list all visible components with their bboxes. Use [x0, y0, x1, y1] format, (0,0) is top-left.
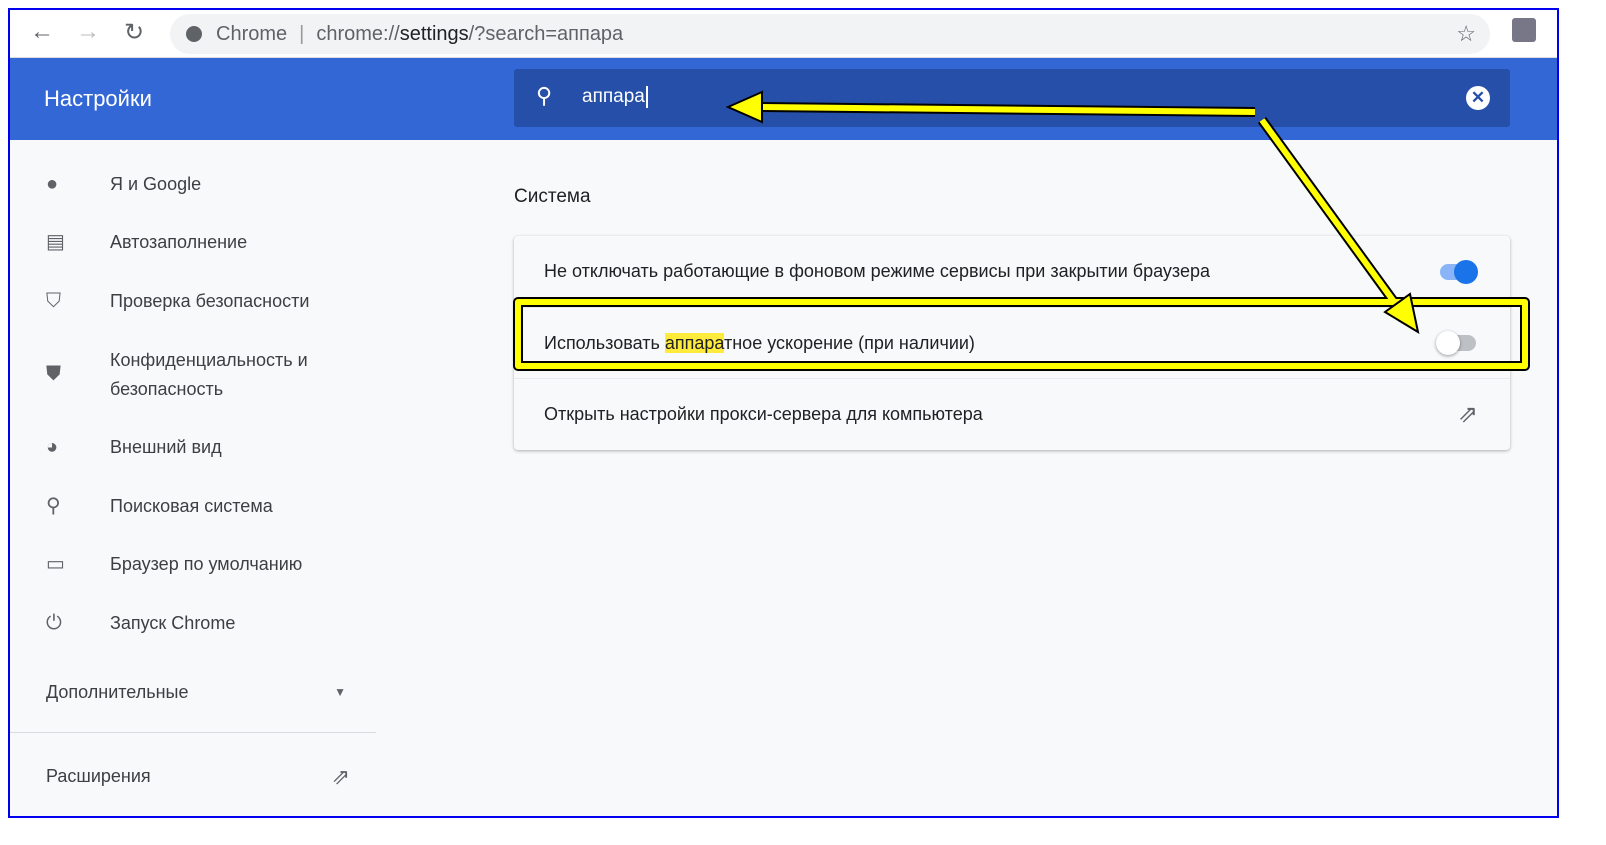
sidebar-item-label: Автозаполнение — [110, 232, 248, 252]
advanced-toggle[interactable]: Дополнительные ▼ — [46, 678, 346, 707]
page-title: Настройки — [44, 86, 152, 111]
browser-toolbar: ← → ↻ Chrome | chrome://settings/?search… — [10, 10, 1557, 58]
url-prefix: chrome:// — [316, 22, 400, 45]
forward-icon[interactable]: → — [76, 18, 100, 46]
shield-icon: ⛊ — [46, 363, 61, 385]
row-label: Открыть настройки прокси-сервера для ком… — [544, 403, 983, 424]
background-apps-toggle[interactable] — [1440, 259, 1478, 284]
sidebar: ● Я и Google ▤ Автозаполнение ⛉ Проверка бе… — [10, 140, 376, 816]
sidebar-item-on-startup[interactable]: ⏻ Запуск Chrome — [46, 609, 235, 638]
sidebar-item-label: Я и Google — [110, 174, 202, 194]
search-field[interactable]: ⚲ аппара ✕ — [514, 69, 1510, 127]
power-icon: ⏻ — [46, 612, 62, 634]
star-icon[interactable]: ☆ — [1456, 21, 1476, 47]
hardware-acceleration-toggle[interactable] — [1436, 331, 1476, 355]
address-bar[interactable]: Chrome | chrome://settings/?search=аппар… — [170, 14, 1490, 54]
sidebar-item-label: Внешний вид — [110, 437, 222, 457]
settings-card: Не отключать работающие в фоновом режиме… — [514, 236, 1510, 450]
sidebar-item-default-browser[interactable]: ▭ Браузер по умолчанию — [46, 550, 302, 579]
sidebar-divider — [10, 732, 376, 733]
row-label: Использовать аппаратное ускорение (при н… — [544, 332, 975, 353]
sidebar-item-label: Проверка безопасности — [110, 291, 310, 311]
row-label: Не отключать работающие в фоновом режиме… — [544, 261, 1210, 281]
clear-search-icon[interactable]: ✕ — [1466, 86, 1490, 110]
sidebar-item-safety-check[interactable]: ⛉ Проверка безопасности — [46, 287, 309, 316]
hardware-acceleration-row: Использовать аппаратное ускорение (при н… — [514, 307, 1510, 378]
sidebar-item-label: Запуск Chrome — [110, 613, 236, 633]
sidebar-item-search-engine[interactable]: ⚲ Поисковая система — [46, 492, 273, 521]
section-title: Система — [514, 186, 591, 207]
settings-header: Настройки ⚲ аппара ✕ — [10, 58, 1557, 140]
sidebar-item-me-google[interactable]: ● Я и Google — [46, 170, 201, 199]
sidebar-item-label: Браузер по умолчанию — [110, 554, 303, 574]
external-link-icon: ⇗ — [331, 764, 350, 789]
shield-check-icon: ⛉ — [46, 290, 61, 312]
search-input[interactable]: аппара — [582, 86, 648, 108]
palette-icon: ◕ — [46, 436, 59, 458]
sidebar-item-label: Поисковая система — [110, 496, 273, 516]
advanced-label: Дополнительные — [46, 682, 189, 702]
dropdown-arrow-icon: ▼ — [334, 685, 346, 699]
back-icon[interactable]: ← — [30, 18, 54, 46]
site-label: Chrome — [216, 22, 288, 45]
sidebar-item-privacy[interactable]: ⛊ Конфиденциальность и безопасность — [46, 346, 346, 404]
browser-window: ← → ↻ Chrome | chrome://settings/?search… — [8, 8, 1559, 818]
url-rest: /?search=аппара — [468, 22, 624, 45]
sidebar-item-appearance[interactable]: ◕ Внешний вид — [46, 433, 222, 462]
person-icon: ● — [46, 173, 59, 195]
browser-icon: ▭ — [46, 553, 65, 575]
chrome-icon — [186, 26, 202, 42]
background-apps-row: Не отключать работающие в фоновом режиме… — [514, 236, 1510, 307]
sidebar-item-label: Конфиденциальность и безопасность — [110, 350, 308, 399]
extension-icon[interactable] — [1512, 18, 1536, 42]
extensions-label: Расширения — [46, 766, 151, 786]
search-icon: ⚲ — [536, 83, 553, 108]
external-link-icon: ⇗ — [1457, 400, 1478, 428]
reload-icon[interactable]: ↻ — [124, 18, 144, 47]
sidebar-item-autofill[interactable]: ▤ Автозаполнение — [46, 228, 247, 257]
search-icon: ⚲ — [46, 495, 61, 517]
extensions-link[interactable]: Расширения ⇗ — [46, 762, 350, 791]
clipboard-icon: ▤ — [46, 231, 65, 253]
proxy-settings-row[interactable]: Открыть настройки прокси-сервера для ком… — [514, 378, 1510, 449]
url-host: settings — [399, 22, 469, 45]
